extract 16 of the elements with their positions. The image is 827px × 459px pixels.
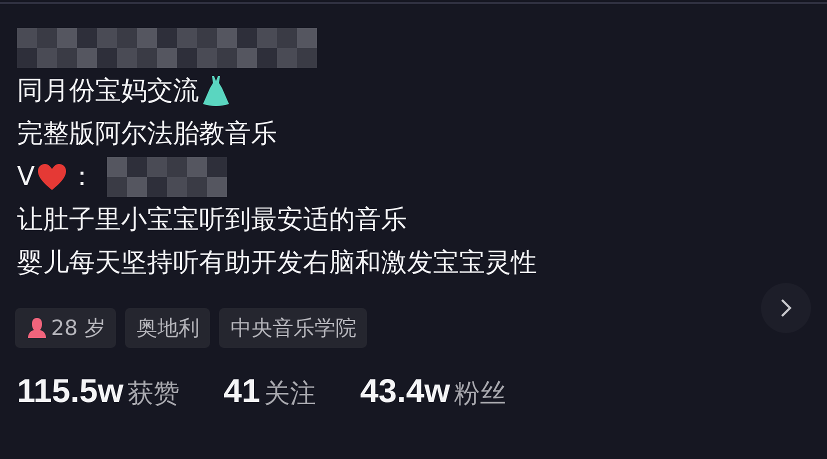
- tag-label: 28 岁: [51, 315, 106, 342]
- tag-label: 中央音乐学院: [230, 315, 356, 342]
- bio-line: 婴儿每天坚持听有助开发右脑和激发宝宝灵性: [17, 246, 537, 280]
- tag-label: 奥地利: [136, 315, 200, 342]
- person-icon: [26, 317, 48, 339]
- bio-line: 完整版阿尔法胎教音乐: [17, 118, 277, 150]
- chevron-right-icon: [780, 298, 792, 318]
- colon: ：: [68, 160, 95, 194]
- heart-icon: [36, 162, 67, 190]
- bio-line: V: [17, 160, 35, 194]
- stat-count: 115.5w获赞: [17, 372, 180, 411]
- bio-line: 让肚子里小宝宝听到最安适的音乐: [17, 204, 407, 236]
- bio-line: 同月份宝妈交流: [17, 74, 199, 108]
- stat-count: 43.4w粉丝: [360, 372, 506, 411]
- dress-icon: [201, 74, 231, 106]
- stat-count: 41 关注: [223, 372, 316, 411]
